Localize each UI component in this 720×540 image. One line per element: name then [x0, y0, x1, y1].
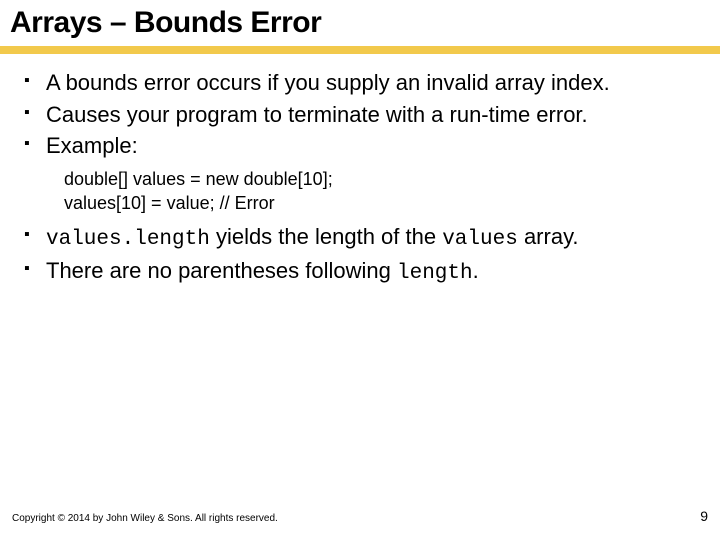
slide: Arrays – Bounds Error A bounds error occ…	[0, 0, 720, 540]
bullet-text: .	[473, 258, 479, 283]
inline-code: values.length	[46, 228, 210, 251]
title-wrap: Arrays – Bounds Error	[0, 0, 720, 40]
slide-title: Arrays – Bounds Error	[10, 6, 710, 40]
bullet-text: array.	[518, 224, 579, 249]
page-number: 9	[700, 508, 708, 524]
slide-body: A bounds error occurs if you supply an i…	[0, 68, 720, 288]
bullet-item: Example:	[20, 131, 700, 161]
code-line: values[10] = value; // Error	[64, 191, 700, 215]
bullet-list-bottom: values.length yields the length of the v…	[20, 222, 700, 289]
bullet-item: There are no parentheses following lengt…	[20, 256, 700, 288]
bullet-list-top: A bounds error occurs if you supply an i…	[20, 68, 700, 161]
title-underline	[0, 46, 720, 54]
code-block: double[] values = new double[10]; values…	[20, 163, 700, 222]
inline-code: length	[397, 262, 473, 285]
bullet-item: Causes your program to terminate with a …	[20, 100, 700, 130]
bullet-item: values.length yields the length of the v…	[20, 222, 700, 254]
code-line: double[] values = new double[10];	[64, 167, 700, 191]
copyright-text: Copyright © 2014 by John Wiley & Sons. A…	[12, 513, 278, 524]
inline-code: values	[442, 228, 518, 251]
bullet-text: There are no parentheses following	[46, 258, 397, 283]
footer: Copyright © 2014 by John Wiley & Sons. A…	[12, 508, 708, 524]
bullet-item: A bounds error occurs if you supply an i…	[20, 68, 700, 98]
bullet-text: yields the length of the	[210, 224, 442, 249]
